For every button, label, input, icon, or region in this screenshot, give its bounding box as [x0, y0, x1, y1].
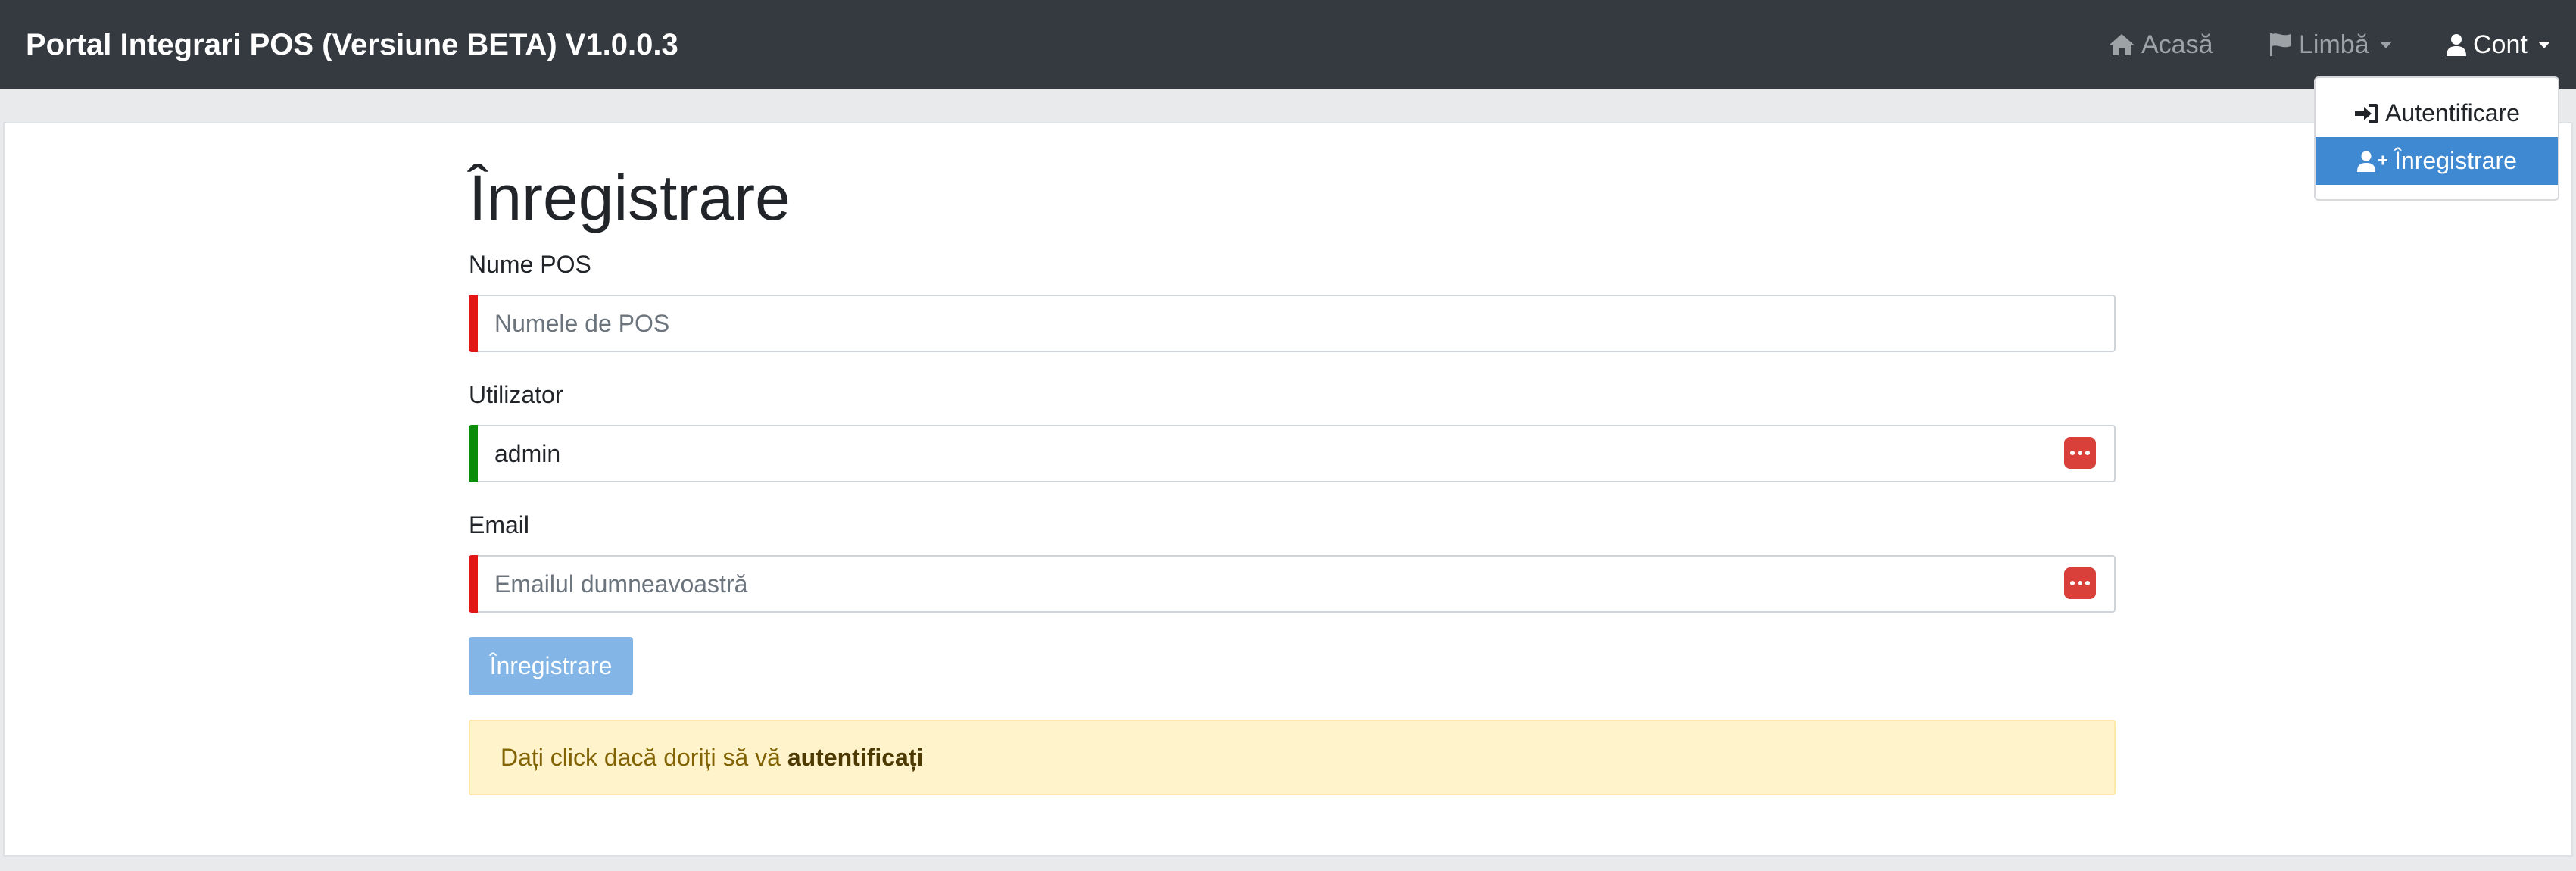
sign-in-icon	[2355, 103, 2378, 123]
menu-item-register-label: Înregistrare	[2394, 147, 2517, 174]
nav-language-label: Limbă	[2299, 30, 2369, 59]
menu-item-login-label: Autentificare	[2385, 99, 2520, 126]
email-input[interactable]: Emailul dumneavoastră	[469, 555, 2116, 613]
flag-icon	[2270, 33, 2291, 56]
email-label: Email	[469, 511, 530, 539]
nav-account-label: Cont	[2473, 30, 2528, 59]
home-icon	[2110, 34, 2134, 55]
login-link[interactable]: autentificați	[787, 744, 924, 772]
username-label: Utilizator	[469, 381, 563, 408]
email-placeholder: Emailul dumneavoastră	[494, 570, 748, 598]
brand-title[interactable]: Portal Integrari POS (Versiune BETA) V1.…	[26, 0, 678, 89]
user-icon	[2447, 34, 2466, 56]
top-navbar: Portal Integrari POS (Versiune BETA) V1.…	[0, 0, 2576, 89]
pos-name-input[interactable]: Numele de POS	[469, 295, 2116, 352]
nav-home[interactable]: Acasă	[2108, 0, 2213, 89]
menu-item-register[interactable]: Înregistrare	[2316, 137, 2558, 185]
login-alert: Dați click dacă doriți să vă autentifica…	[469, 720, 2116, 795]
main-card: Înregistrare Nume POS Numele de POS Util…	[3, 122, 2573, 857]
valid-indicator	[469, 425, 478, 482]
username-value: admin	[494, 440, 561, 467]
account-dropdown-menu: Autentificare Înregistrare	[2314, 76, 2559, 201]
page-title: Înregistrare	[469, 162, 791, 233]
alert-text: Dați click dacă doriți să vă	[501, 743, 787, 771]
invalid-indicator	[469, 295, 478, 352]
password-manager-icon[interactable]	[2064, 437, 2096, 469]
username-input[interactable]: admin	[469, 425, 2116, 482]
chevron-down-icon	[2379, 41, 2392, 48]
register-button[interactable]: Înregistrare	[469, 637, 633, 695]
menu-item-login[interactable]: Autentificare	[2316, 89, 2558, 137]
invalid-indicator	[469, 555, 478, 613]
pos-name-label: Nume POS	[469, 251, 591, 278]
password-manager-icon[interactable]	[2064, 567, 2096, 599]
nav-home-label: Acasă	[2141, 30, 2213, 59]
pos-name-placeholder: Numele de POS	[494, 310, 670, 337]
chevron-down-icon	[2537, 41, 2550, 48]
user-plus-icon	[2357, 151, 2388, 172]
